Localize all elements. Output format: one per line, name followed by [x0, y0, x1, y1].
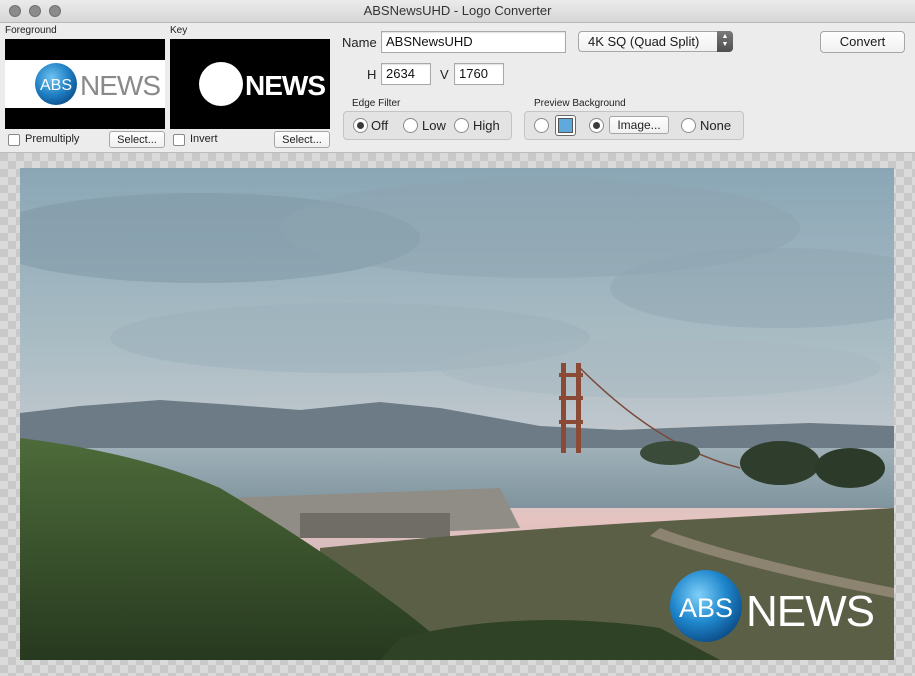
preview-image-radio[interactable] — [589, 118, 604, 133]
logo-converter-window: ABSNewsUHD - Logo Converter Foreground A… — [0, 0, 915, 676]
preview-color-radio[interactable] — [534, 118, 549, 133]
preview-none-radio[interactable] — [681, 118, 696, 133]
premultiply-label: Premultiply — [25, 133, 80, 145]
key-select-button[interactable]: Select... — [274, 131, 330, 148]
vertical-label: V — [440, 67, 449, 82]
foreground-select-button[interactable]: Select... — [109, 131, 165, 148]
key-logo-graphic: NEWS — [199, 62, 326, 106]
name-label: Name — [342, 35, 377, 50]
key-label: Key — [170, 25, 188, 36]
window-title: ABSNewsUHD - Logo Converter — [363, 3, 552, 18]
zoom-window-button[interactable] — [49, 5, 61, 17]
foreground-logo-graphic: ABS NEWS — [35, 63, 161, 105]
height-label: H — [367, 67, 377, 82]
preview-photo-graphic: ABS NEWS — [20, 168, 894, 660]
preview-image-button[interactable]: Image... — [609, 116, 669, 134]
popup-arrows-icon: ▲ ▼ — [717, 31, 733, 52]
edge-filter-group: Off Low High — [343, 111, 512, 140]
format-popup-value: 4K SQ (Quad Split) — [588, 34, 700, 49]
edge-filter-off-radio[interactable] — [353, 118, 368, 133]
key-globe-icon — [199, 62, 243, 106]
foreground-logo-abs: ABS — [40, 77, 72, 94]
edge-filter-low-radio[interactable] — [403, 118, 418, 133]
edge-filter-label: Edge Filter — [352, 98, 401, 109]
preview-none-label: None — [700, 118, 732, 133]
preview-image: ABS NEWS — [20, 168, 894, 660]
preview-color-swatch-fill — [558, 118, 573, 133]
height-field[interactable]: 2634 — [381, 63, 431, 85]
invert-checkbox[interactable] — [173, 134, 185, 146]
edge-filter-off-label: Off — [371, 118, 389, 133]
close-window-button[interactable] — [9, 5, 21, 17]
title-bar: ABSNewsUHD - Logo Converter — [0, 0, 915, 23]
convert-button[interactable]: Convert — [820, 31, 905, 53]
key-logo-preview[interactable]: NEWS — [170, 39, 330, 129]
invert-label: Invert — [190, 133, 218, 145]
name-field[interactable]: ABSNewsUHD — [381, 31, 566, 53]
foreground-label: Foreground — [5, 25, 57, 36]
edge-filter-high-radio[interactable] — [454, 118, 469, 133]
preview-logo-abs: ABS — [679, 593, 733, 623]
foreground-logo-news: NEWS — [80, 70, 160, 101]
preview-background-group: Image... None — [524, 111, 744, 140]
vertical-field[interactable]: 1760 — [454, 63, 504, 85]
edge-filter-high-label: High — [473, 118, 500, 133]
edge-filter-low-label: Low — [422, 118, 446, 133]
preview-logo-news: NEWS — [746, 587, 874, 636]
preview-background-label: Preview Background — [534, 98, 626, 109]
key-logo-news: NEWS — [245, 70, 325, 101]
preview-color-swatch[interactable] — [555, 115, 576, 136]
minimize-window-button[interactable] — [29, 5, 41, 17]
premultiply-checkbox[interactable] — [8, 134, 20, 146]
foreground-logo-preview[interactable]: ABS NEWS — [5, 39, 165, 129]
format-popup[interactable]: 4K SQ (Quad Split) ▲ ▼ — [578, 31, 733, 52]
